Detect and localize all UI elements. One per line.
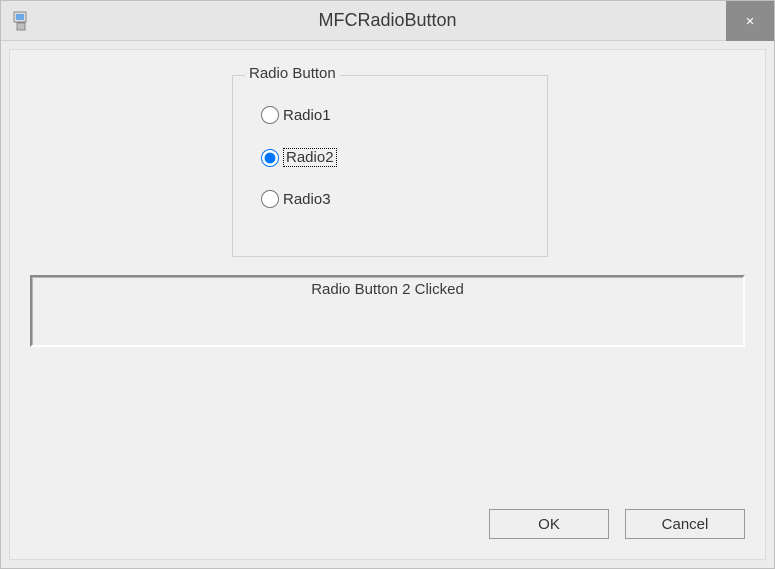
radio-groupbox: Radio Button Radio1 Radio2 Radio3 bbox=[232, 75, 548, 257]
client-area: Radio Button Radio1 Radio2 Radio3 Radio … bbox=[9, 49, 766, 560]
radio-label-1: Radio1 bbox=[283, 107, 331, 124]
radio-input-3[interactable] bbox=[261, 190, 279, 208]
radio-input-1[interactable] bbox=[261, 106, 279, 124]
title-bar: MFCRadioButton × bbox=[1, 1, 774, 41]
radio-label-3: Radio3 bbox=[283, 191, 331, 208]
dialog-buttons: OK Cancel bbox=[489, 509, 745, 539]
radio-option-2[interactable]: Radio2 bbox=[261, 148, 337, 167]
status-text: Radio Button 2 Clicked bbox=[311, 281, 464, 298]
radio-option-3[interactable]: Radio3 bbox=[261, 190, 331, 208]
radio-option-1[interactable]: Radio1 bbox=[261, 106, 331, 124]
dialog-window: MFCRadioButton × Radio Button Radio1 Rad… bbox=[0, 0, 775, 569]
radio-input-2[interactable] bbox=[261, 149, 279, 167]
ok-button[interactable]: OK bbox=[489, 509, 609, 539]
cancel-button[interactable]: Cancel bbox=[625, 509, 745, 539]
status-panel: Radio Button 2 Clicked bbox=[30, 275, 745, 347]
app-icon bbox=[11, 11, 31, 31]
radio-label-2: Radio2 bbox=[283, 148, 337, 167]
close-button[interactable]: × bbox=[726, 1, 774, 41]
close-icon: × bbox=[746, 13, 755, 30]
groupbox-caption: Radio Button bbox=[245, 65, 340, 82]
window-title: MFCRadioButton bbox=[1, 10, 774, 31]
